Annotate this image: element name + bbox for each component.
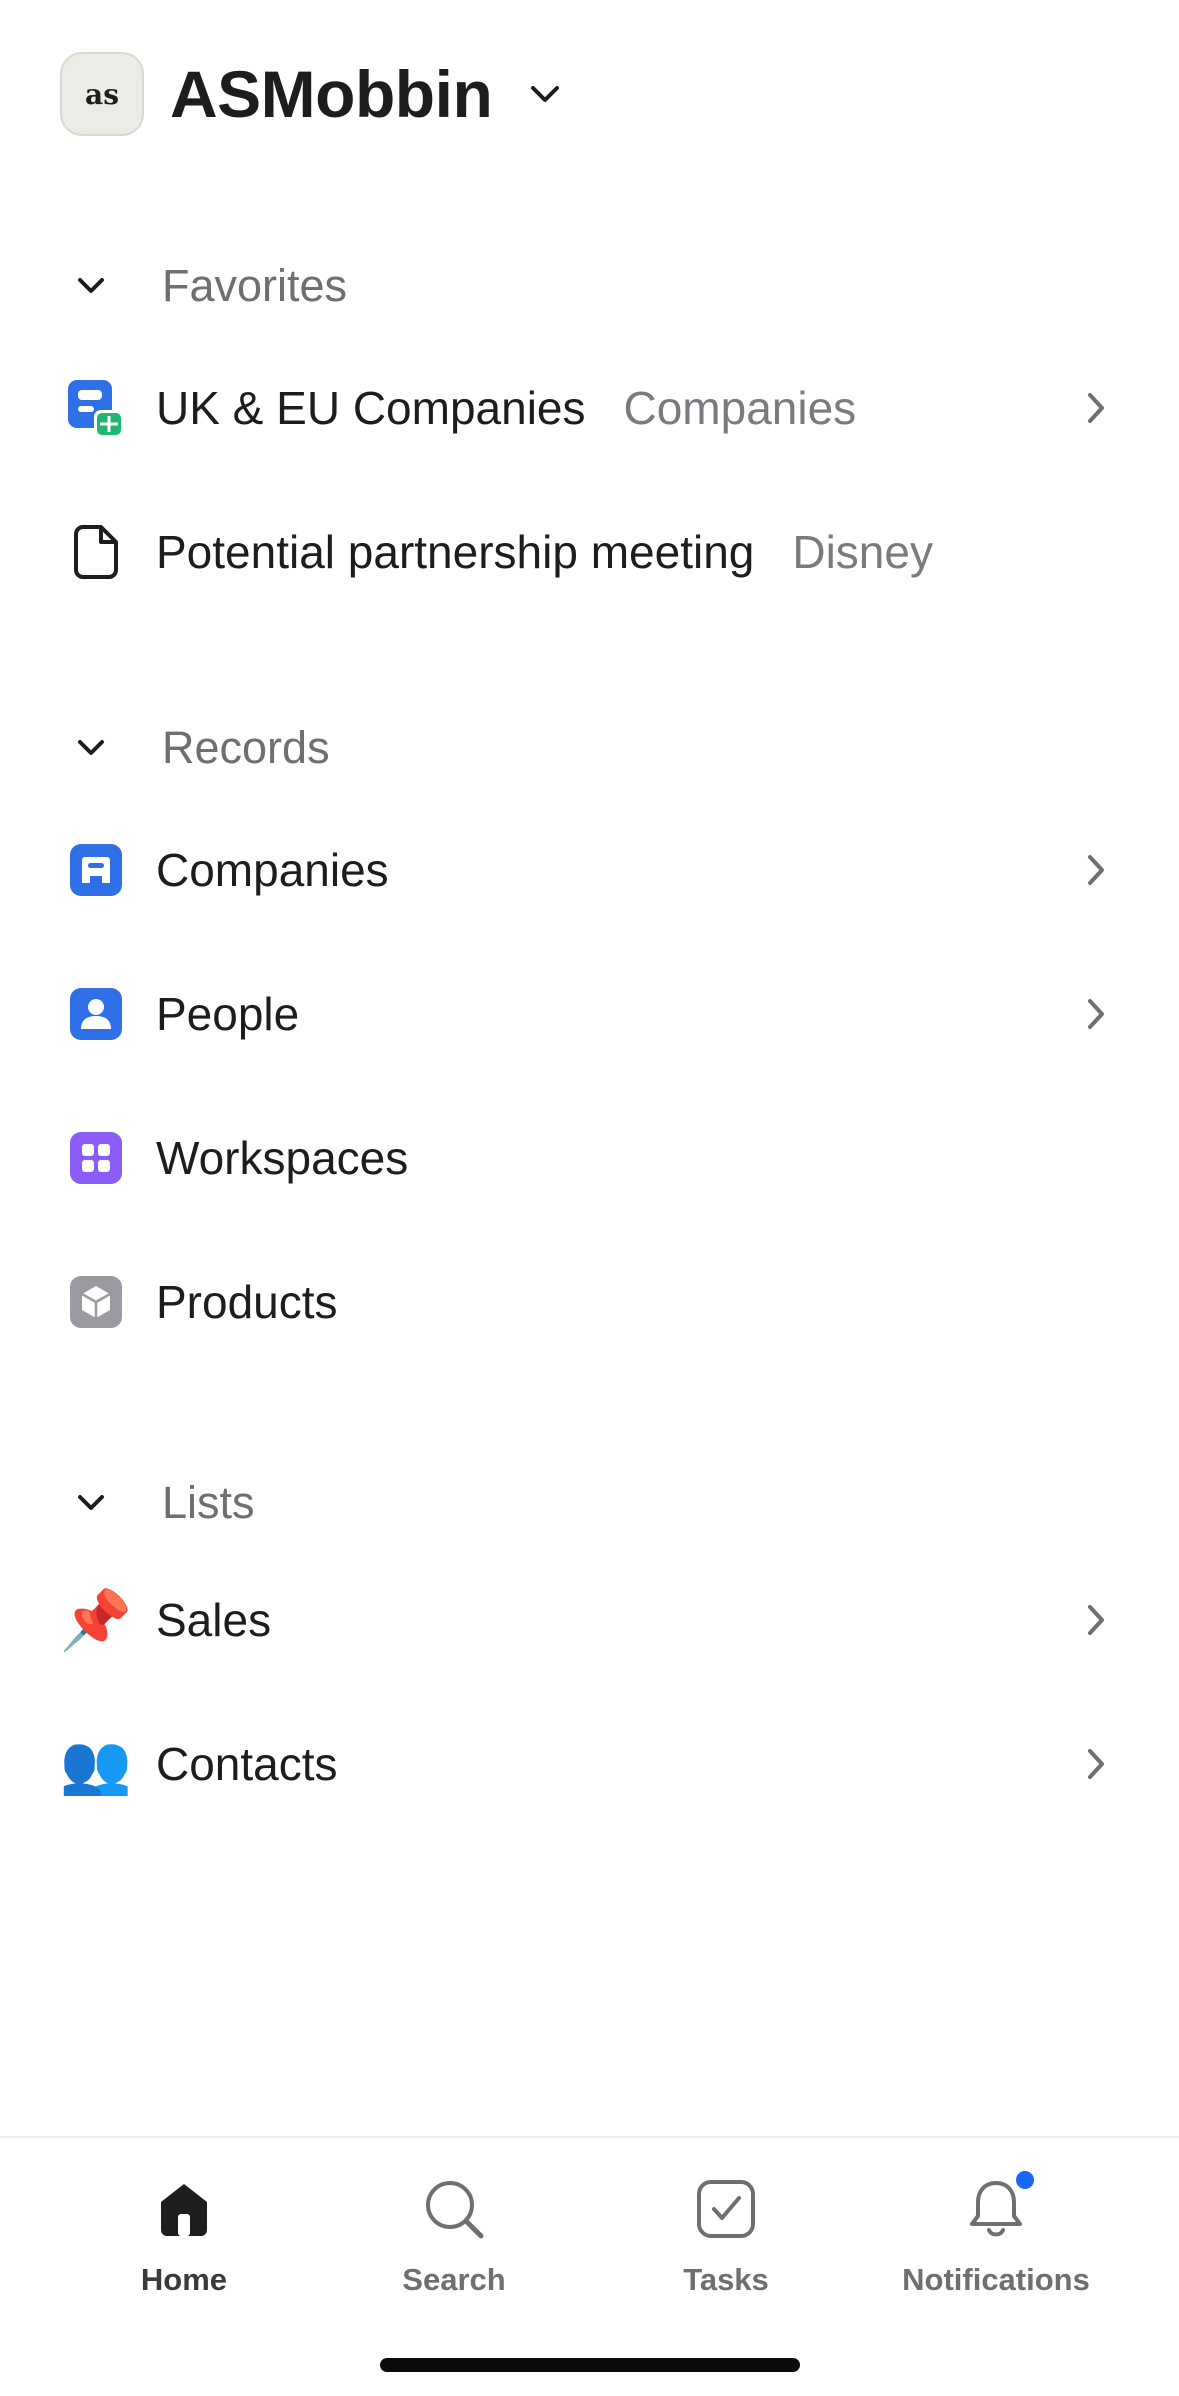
chevron-right-icon	[1076, 388, 1116, 428]
record-item-people[interactable]: People	[60, 964, 1120, 1064]
building-icon	[60, 834, 132, 906]
tab-label: Search	[402, 2262, 506, 2297]
tab-notifications[interactable]: Notifications	[886, 2168, 1106, 2314]
chevron-right-icon	[1076, 1600, 1116, 1640]
search-icon	[419, 2174, 489, 2244]
item-meta: Companies	[623, 382, 857, 434]
tab-home[interactable]: Home	[74, 2174, 294, 2314]
tab-tasks[interactable]: Tasks	[616, 2174, 836, 2314]
list-emoji: 👥	[59, 1730, 133, 1798]
chevron-right-icon	[1076, 850, 1116, 890]
chevron-down-icon	[70, 727, 112, 769]
item-title: Sales	[156, 1594, 272, 1646]
chevron-right-icon	[1076, 1744, 1116, 1784]
chevron-right-icon	[1076, 994, 1116, 1034]
tab-label: Tasks	[683, 2262, 769, 2297]
grid-icon	[60, 1122, 132, 1194]
list-emoji: 📌	[59, 1586, 133, 1654]
item-title: People	[156, 988, 300, 1040]
chevron-down-icon	[70, 1482, 112, 1524]
favorite-item-uk-eu-companies[interactable]: UK & EU Companies Companies	[60, 358, 1120, 458]
home-screen: as ASMobbin Favorites UK & EU Companies …	[0, 0, 1179, 2396]
task-check-icon	[691, 2174, 761, 2244]
workspace-name: ASMobbin	[170, 57, 493, 131]
favorite-item-partnership-meeting[interactable]: Potential partnership meeting Disney	[60, 502, 1120, 602]
section-label: Lists	[162, 1477, 255, 1528]
section-header-lists[interactable]: Lists	[70, 1473, 255, 1533]
list-item-sales[interactable]: 📌 Sales	[60, 1570, 1120, 1670]
notification-badge-dot	[1013, 2168, 1037, 2192]
item-meta: Disney	[792, 526, 933, 578]
record-item-workspaces[interactable]: Workspaces	[60, 1108, 1120, 1208]
record-item-products[interactable]: Products	[60, 1252, 1120, 1352]
record-item-companies[interactable]: Companies	[60, 820, 1120, 920]
home-icon	[149, 2174, 219, 2244]
pushpin-icon: 📌	[60, 1584, 132, 1656]
tab-label: Home	[140, 2262, 228, 2297]
section-header-records[interactable]: Records	[70, 718, 330, 778]
section-label: Records	[162, 722, 330, 773]
person-icon	[60, 978, 132, 1050]
workspace-logo-text: as	[85, 77, 119, 111]
section-label: Favorites	[162, 260, 348, 311]
tab-label: Notifications	[902, 2262, 1090, 2297]
item-title: Products	[156, 1276, 338, 1328]
companies-list-icon	[60, 372, 132, 444]
item-title: Contacts	[156, 1738, 338, 1790]
workspace-logo: as	[60, 52, 144, 136]
item-title: Companies	[156, 844, 389, 896]
chevron-down-icon	[530, 79, 560, 109]
bell-icon	[961, 2168, 1037, 2244]
item-title: Potential partnership meeting	[156, 526, 755, 578]
tab-search[interactable]: Search	[344, 2174, 564, 2314]
tab-bar: Home Search Tasks Notifications	[0, 2136, 1179, 2396]
item-title: Workspaces	[156, 1132, 409, 1184]
people-icon: 👥	[60, 1728, 132, 1800]
home-indicator	[380, 2358, 800, 2372]
list-item-contacts[interactable]: 👥 Contacts	[60, 1714, 1120, 1814]
workspace-switcher[interactable]: as ASMobbin	[60, 52, 560, 136]
section-header-favorites[interactable]: Favorites	[70, 256, 347, 316]
document-icon	[60, 516, 132, 588]
chevron-down-icon	[70, 265, 112, 307]
item-title: UK & EU Companies	[156, 382, 586, 434]
cube-icon	[60, 1266, 132, 1338]
